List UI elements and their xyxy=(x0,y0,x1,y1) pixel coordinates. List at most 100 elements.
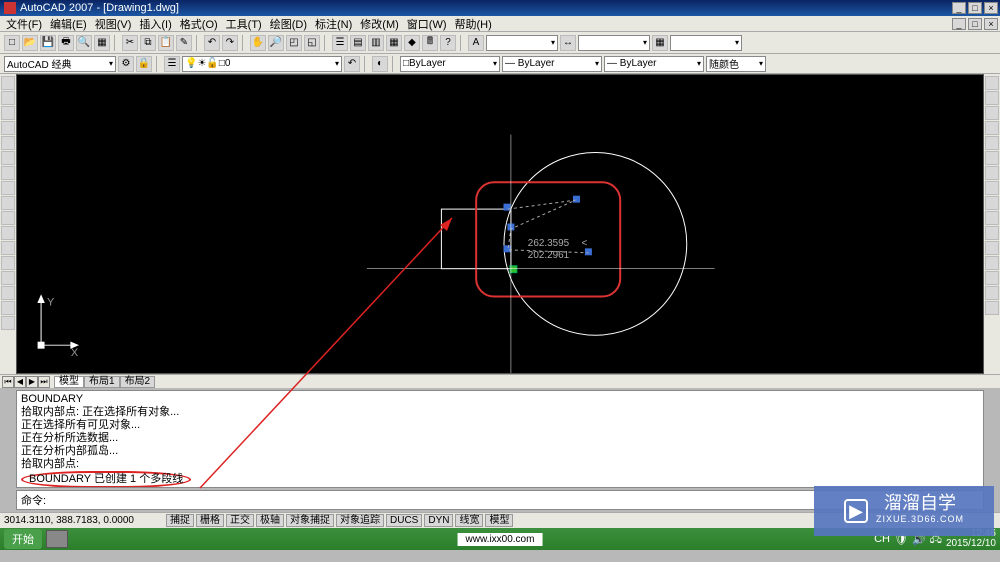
doc-restore-button[interactable]: □ xyxy=(968,18,982,30)
plot-icon[interactable]: 🖶 xyxy=(58,35,74,51)
pline-icon[interactable] xyxy=(1,106,15,120)
explode-icon[interactable] xyxy=(985,301,999,315)
menu-help[interactable]: 帮助(H) xyxy=(451,16,496,32)
layer-prev-icon[interactable]: ↶ xyxy=(344,56,360,72)
tab-layout2[interactable]: 布局2 xyxy=(120,376,156,388)
hatch-icon[interactable] xyxy=(1,256,15,270)
tab-nav-next[interactable]: ▶ xyxy=(26,376,38,388)
table-icon[interactable] xyxy=(1,301,15,315)
properties-icon[interactable]: ☰ xyxy=(332,35,348,51)
menu-draw[interactable]: 绘图(D) xyxy=(266,16,311,32)
menu-insert[interactable]: 插入(I) xyxy=(135,16,175,32)
sheetset-icon[interactable]: ▦ xyxy=(386,35,402,51)
taskbar-autocad-button[interactable] xyxy=(46,530,68,548)
offset-icon[interactable] xyxy=(985,121,999,135)
start-button[interactable]: 开始 xyxy=(4,529,42,549)
ellipse-icon[interactable] xyxy=(1,211,15,225)
workspace-settings-icon[interactable]: ⚙ xyxy=(118,56,134,72)
menu-file[interactable]: 文件(F) xyxy=(2,16,46,32)
gradient-icon[interactable] xyxy=(1,271,15,285)
extend-icon[interactable] xyxy=(985,226,999,240)
dimstyle-dropdown[interactable]: ▾ xyxy=(578,35,650,51)
help-icon[interactable]: ? xyxy=(440,35,456,51)
plotstyle-dropdown[interactable]: 随颜色▾ xyxy=(706,56,766,72)
mirror-icon[interactable] xyxy=(985,106,999,120)
coord-readout[interactable]: 3014.3110, 388.7183, 0.0000 xyxy=(4,515,164,526)
menu-format[interactable]: 格式(O) xyxy=(176,16,222,32)
save-icon[interactable]: 💾 xyxy=(40,35,56,51)
spline-icon[interactable] xyxy=(1,196,15,210)
zoom-prev-icon[interactable]: ◱ xyxy=(304,35,320,51)
rotate-icon[interactable] xyxy=(985,166,999,180)
toggle-polar[interactable]: 极轴 xyxy=(256,514,284,527)
workspace-lock-icon[interactable]: 🔒 xyxy=(136,56,152,72)
textstyle-icon[interactable]: A xyxy=(468,35,484,51)
menu-window[interactable]: 窗口(W) xyxy=(403,16,451,32)
toggle-otrack[interactable]: 对象追踪 xyxy=(336,514,384,527)
fillet-icon[interactable] xyxy=(985,286,999,300)
tab-model[interactable]: 模型 xyxy=(54,376,84,388)
copy-icon[interactable]: ⧉ xyxy=(140,35,156,51)
polygon-icon[interactable] xyxy=(1,121,15,135)
ray-icon[interactable] xyxy=(1,91,15,105)
command-history[interactable]: BOUNDARY 拾取内部点: 正在选择所有对象... 正在选择所有可见对象..… xyxy=(16,390,984,488)
toolpalette-icon[interactable]: ▥ xyxy=(368,35,384,51)
cut-icon[interactable]: ✂ xyxy=(122,35,138,51)
point-icon[interactable] xyxy=(1,241,15,255)
text-icon[interactable] xyxy=(1,316,15,330)
menu-tools[interactable]: 工具(T) xyxy=(222,16,266,32)
move-icon[interactable] xyxy=(985,151,999,165)
circle-icon[interactable] xyxy=(1,166,15,180)
trim-icon[interactable] xyxy=(985,211,999,225)
toggle-lwt[interactable]: 线宽 xyxy=(455,514,483,527)
block-icon[interactable] xyxy=(1,226,15,240)
markup-icon[interactable]: ◆ xyxy=(404,35,420,51)
doc-minimize-button[interactable]: _ xyxy=(952,18,966,30)
arc-icon[interactable] xyxy=(1,151,15,165)
toggle-osnap[interactable]: 对象捕捉 xyxy=(286,514,334,527)
break-icon[interactable] xyxy=(985,241,999,255)
tablestyle-icon[interactable]: ▦ xyxy=(652,35,668,51)
tab-nav-prev[interactable]: ◀ xyxy=(14,376,26,388)
paste-icon[interactable]: 📋 xyxy=(158,35,174,51)
menu-dimension[interactable]: 标注(N) xyxy=(311,16,356,32)
rectangle-icon[interactable] xyxy=(1,136,15,150)
toggle-ducs[interactable]: DUCS xyxy=(386,514,422,527)
doc-close-button[interactable]: × xyxy=(984,18,998,30)
tablestyle-dropdown[interactable]: ▾ xyxy=(670,35,742,51)
maximize-button[interactable]: □ xyxy=(968,2,982,14)
region-icon[interactable] xyxy=(1,286,15,300)
scale-icon[interactable] xyxy=(985,181,999,195)
toggle-dyn[interactable]: DYN xyxy=(424,514,453,527)
close-button[interactable]: × xyxy=(984,2,998,14)
line-icon[interactable] xyxy=(1,76,15,90)
designcenter-icon[interactable]: ▤ xyxy=(350,35,366,51)
tab-nav-first[interactable]: ⏮ xyxy=(2,376,14,388)
redo-icon[interactable]: ↷ xyxy=(222,35,238,51)
open-icon[interactable]: 📂 xyxy=(22,35,38,51)
tab-layout1[interactable]: 布局1 xyxy=(84,376,120,388)
erase-icon[interactable] xyxy=(985,76,999,90)
zoom-win-icon[interactable]: ◰ xyxy=(286,35,302,51)
linetype-dropdown[interactable]: — ByLayer▾ xyxy=(502,56,602,72)
tab-nav-last[interactable]: ⏭ xyxy=(38,376,50,388)
color-dropdown[interactable]: □ByLayer▾ xyxy=(400,56,500,72)
dimstyle-icon[interactable]: ↔ xyxy=(560,35,576,51)
new-icon[interactable]: □ xyxy=(4,35,20,51)
layer-dropdown[interactable]: 💡☀🔓□ 0 ▾ xyxy=(182,56,342,72)
stretch-icon[interactable] xyxy=(985,196,999,210)
revcloud-icon[interactable] xyxy=(1,181,15,195)
toggle-ortho[interactable]: 正交 xyxy=(226,514,254,527)
preview-icon[interactable]: 🔍 xyxy=(76,35,92,51)
toggle-snap[interactable]: 捕捉 xyxy=(166,514,194,527)
layer-manager-icon[interactable]: ☰ xyxy=(164,56,180,72)
copy2-icon[interactable] xyxy=(985,91,999,105)
menu-modify[interactable]: 修改(M) xyxy=(356,16,403,32)
calc-icon[interactable]: 🖩 xyxy=(422,35,438,51)
minimize-button[interactable]: _ xyxy=(952,2,966,14)
textstyle-dropdown[interactable]: ▾ xyxy=(486,35,558,51)
array-icon[interactable] xyxy=(985,136,999,150)
menu-view[interactable]: 视图(V) xyxy=(91,16,136,32)
drawing-canvas[interactable]: Y X 262.3595 202.2961 < xyxy=(16,74,984,374)
zoom-rt-icon[interactable]: 🔎 xyxy=(268,35,284,51)
